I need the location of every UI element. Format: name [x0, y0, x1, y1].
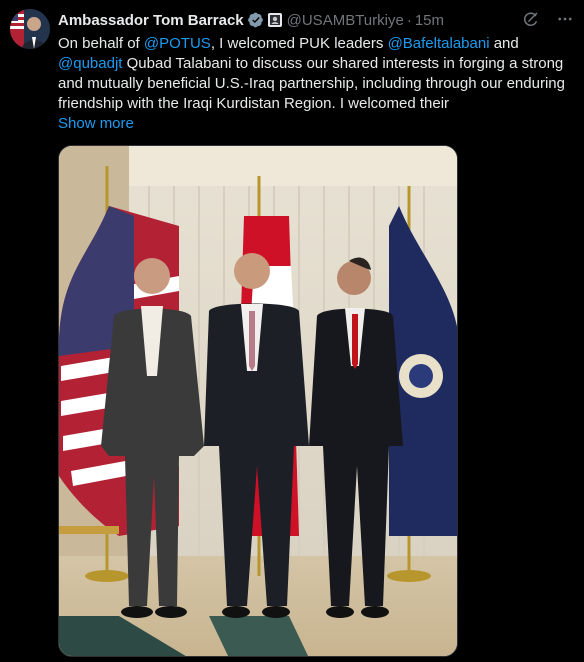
header-actions	[522, 10, 574, 28]
tweet-text-segment: Qubad Talabani to discuss our shared int…	[58, 55, 565, 112]
tweet-text-segment: , I welcomed PUK leaders	[210, 35, 388, 52]
grok-icon[interactable]	[522, 10, 540, 28]
avatar-photo	[10, 9, 50, 49]
tweet-text: On behalf of @POTUS, I welcomed PUK lead…	[58, 34, 576, 114]
tweet-timestamp[interactable]: 15m	[415, 12, 444, 29]
verified-badge-icon[interactable]	[247, 12, 264, 28]
author-handle[interactable]: @USAMBTurkiye	[287, 12, 404, 29]
tweet-header: Ambassador Tom Barrack @USAMBTurkiye · 1…	[58, 10, 574, 30]
government-affiliation-icon[interactable]	[267, 13, 282, 27]
photo-image	[59, 146, 457, 656]
tweet-text-segment: On behalf of	[58, 35, 144, 52]
tweet-photo[interactable]	[58, 145, 458, 657]
tweet-text-segment: and	[489, 35, 519, 52]
header-separator: ·	[406, 11, 412, 29]
mention-link[interactable]: @POTUS	[144, 35, 211, 52]
author-display-name[interactable]: Ambassador Tom Barrack	[58, 12, 244, 29]
more-options-icon[interactable]	[556, 10, 574, 28]
mention-link[interactable]: @qubadjt	[58, 55, 122, 72]
mention-link[interactable]: @Bafeltalabani	[388, 35, 490, 52]
show-more-link[interactable]: Show more	[58, 114, 134, 134]
author-avatar[interactable]	[10, 9, 50, 49]
